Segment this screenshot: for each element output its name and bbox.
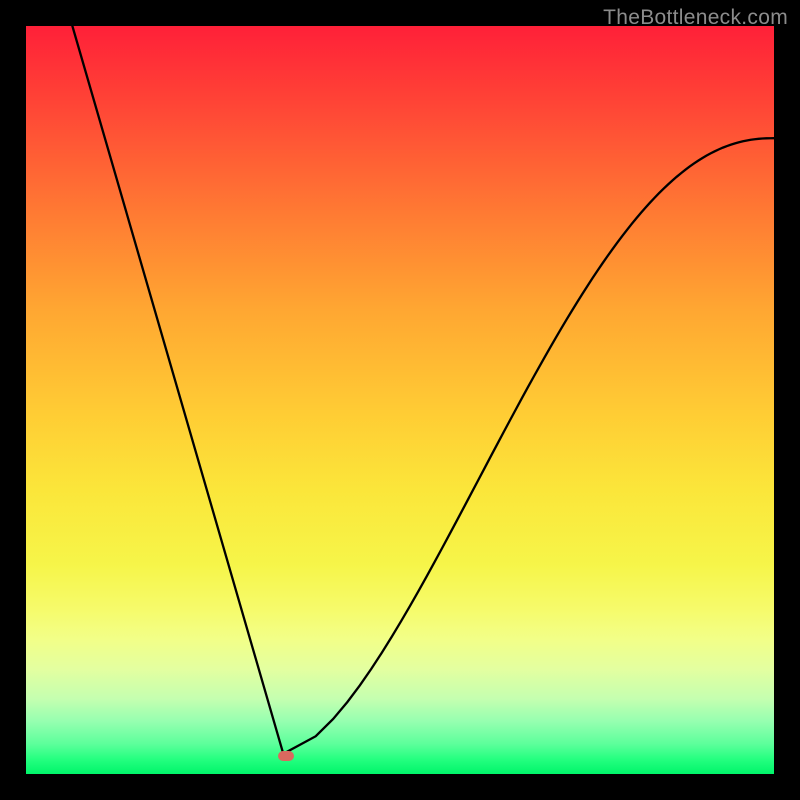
chart-plot-area bbox=[26, 26, 774, 774]
bottleneck-curve bbox=[26, 26, 774, 774]
minimum-marker bbox=[278, 751, 294, 761]
watermark-text: TheBottleneck.com bbox=[603, 6, 788, 30]
